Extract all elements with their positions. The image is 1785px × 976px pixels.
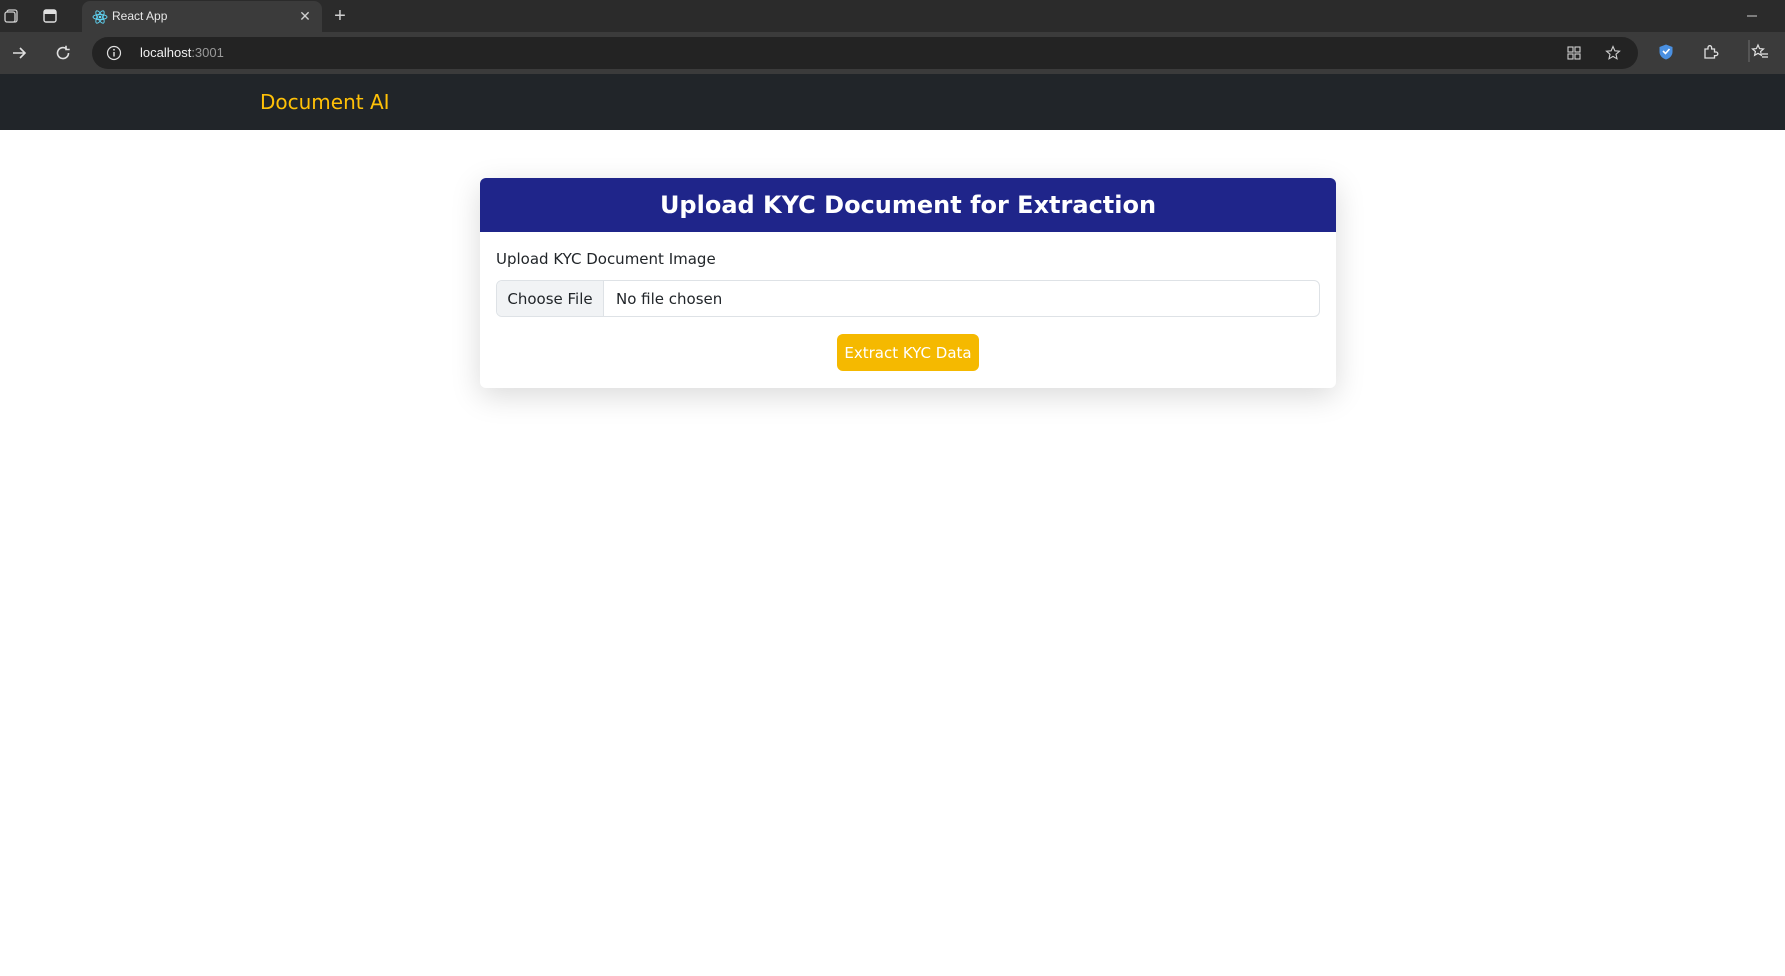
extension-shield-icon[interactable]	[1656, 42, 1676, 62]
url-port: :3001	[191, 45, 224, 60]
tab-react-app[interactable]: React App ✕	[82, 1, 322, 32]
reload-icon[interactable]	[52, 42, 74, 64]
tab-title: React App	[112, 9, 168, 23]
file-field-label: Upload KYC Document Image	[496, 250, 716, 268]
browser-toolbar: localhost:3001	[0, 32, 1785, 74]
minimize-icon[interactable]	[1742, 6, 1762, 26]
url-host: localhost	[140, 45, 192, 60]
extract-kyc-button[interactable]: Extract KYC Data	[837, 334, 979, 371]
card-header: Upload KYC Document for Extraction	[480, 178, 1336, 232]
react-favicon-icon	[92, 9, 108, 25]
file-input[interactable]: Choose File No file chosen	[496, 280, 1320, 317]
favorites-icon[interactable]	[1750, 42, 1770, 62]
upload-card: Upload KYC Document for Extraction Uploa…	[480, 178, 1336, 388]
extensions-icon[interactable]	[1700, 42, 1720, 62]
favorite-star-icon[interactable]	[1604, 44, 1622, 62]
browser-tab-bar: React App ✕ +	[0, 0, 1785, 32]
choose-file-button[interactable]: Choose File	[497, 281, 604, 316]
site-info-icon[interactable]	[106, 45, 122, 61]
new-tab-icon[interactable]: +	[330, 5, 350, 27]
close-tab-icon[interactable]: ✕	[296, 7, 314, 25]
forward-icon[interactable]	[8, 42, 30, 64]
brand-link[interactable]: Document AI	[260, 90, 390, 114]
app-navbar: Document AI	[0, 74, 1785, 130]
page-title: Upload KYC Document for Extraction	[659, 191, 1157, 219]
url-text[interactable]: localhost:3001	[140, 45, 224, 60]
file-status-text: No file chosen	[616, 289, 723, 308]
workspaces-icon[interactable]	[2, 6, 22, 26]
app-available-icon[interactable]	[1565, 44, 1583, 62]
address-bar[interactable]: localhost:3001	[92, 37, 1638, 69]
tab-actions-icon[interactable]	[40, 6, 60, 26]
